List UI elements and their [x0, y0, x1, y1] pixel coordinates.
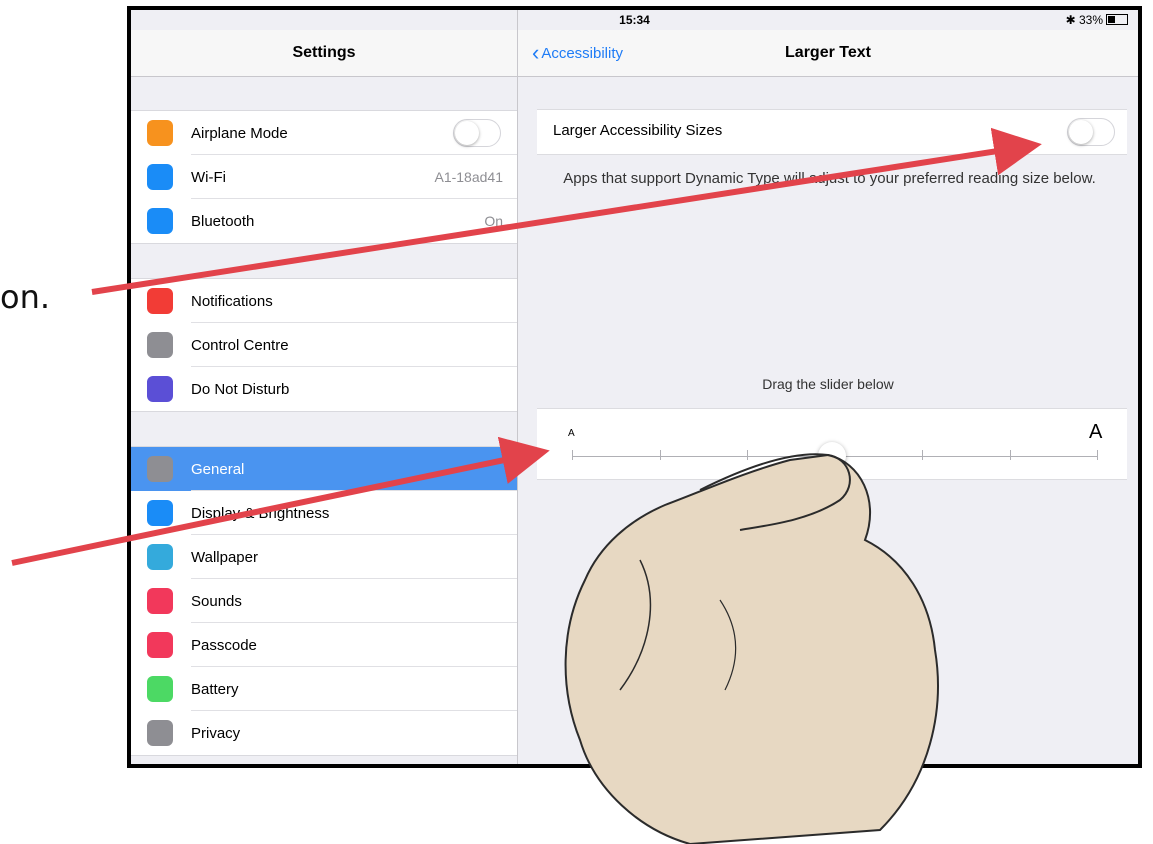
sidebar-item-passcode[interactable]: Passcode	[131, 623, 517, 667]
battery-level-icon	[1106, 14, 1128, 25]
sidebar-item-notifications[interactable]: Notifications	[131, 279, 517, 323]
sidebar-item-label: Wallpaper	[191, 548, 258, 566]
settings-group: Airplane Mode Wi-Fi A1-18ad41 Bluetooth On	[131, 110, 517, 244]
slider-tick	[747, 450, 748, 460]
sidebar-item-label: Wi-Fi	[191, 168, 226, 186]
airplane-icon	[147, 120, 173, 146]
sidebar-item-do-not-disturb[interactable]: Do Not Disturb	[131, 367, 517, 411]
battery-icon	[147, 676, 173, 702]
larger-sizes-label: Larger Accessibility Sizes	[553, 122, 723, 139]
text-size-slider-knob[interactable]	[818, 442, 846, 470]
sidebar-item-wallpaper[interactable]: Wallpaper	[131, 535, 517, 579]
sidebar-item-bluetooth[interactable]: Bluetooth On	[131, 199, 517, 243]
sidebar-item-privacy[interactable]: Privacy	[131, 711, 517, 755]
gear-icon	[147, 456, 173, 482]
control-centre-icon	[147, 332, 173, 358]
sidebar-item-value: On	[484, 213, 503, 229]
sidebar-item-label: Notifications	[191, 292, 273, 310]
airplane-mode-toggle[interactable]	[453, 119, 501, 147]
settings-group: General Display & Brightness Wallpaper Soun…	[131, 446, 517, 756]
sidebar-item-label: Do Not Disturb	[191, 380, 290, 398]
speaker-icon	[147, 588, 173, 614]
settings-sidebar: Settings Airplane Mode Wi-Fi A1-18ad41 Blue…	[131, 10, 518, 764]
sidebar-item-label: General	[191, 460, 245, 478]
settings-group: Notifications Control Centre Do Not Distur…	[131, 278, 517, 412]
detail-header: ‹ Accessibility Larger Text	[518, 30, 1138, 77]
sidebar-item-airplane-mode[interactable]: Airplane Mode	[131, 111, 517, 155]
lock-icon	[147, 632, 173, 658]
sidebar-item-label: Passcode	[191, 636, 257, 654]
sidebar-item-label: Bluetooth	[191, 212, 255, 230]
sidebar-item-display-brightness[interactable]: Display & Brightness	[131, 491, 517, 535]
sidebar-item-label: Sounds	[191, 592, 242, 610]
ipad-screen: iPad ≋ 15:34 ✱ 33% Settings Airplane Mod…	[127, 6, 1142, 768]
detail-title: Larger Text	[785, 44, 871, 61]
annotation-text: on.	[0, 278, 51, 316]
sidebar-item-label: Control Centre	[191, 336, 289, 354]
slider-tick	[572, 450, 573, 460]
small-text-label: A	[568, 428, 575, 439]
bluetooth-icon	[147, 208, 173, 234]
sidebar-item-control-centre[interactable]: Control Centre	[131, 323, 517, 367]
large-text-label: A	[1089, 421, 1103, 443]
display-icon	[147, 500, 173, 526]
sidebar-item-label: Display & Brightness	[191, 504, 330, 522]
sidebar-title: Settings	[131, 30, 517, 77]
larger-sizes-toggle[interactable]	[1067, 118, 1115, 146]
sidebar-item-sounds[interactable]: Sounds	[131, 579, 517, 623]
dynamic-type-note: Apps that support Dynamic Type will adju…	[563, 170, 1096, 187]
wallpaper-icon	[147, 544, 173, 570]
sidebar-item-label: Privacy	[191, 724, 241, 742]
larger-sizes-cell: Larger Accessibility Sizes	[537, 109, 1127, 155]
slider-tick	[1097, 450, 1098, 460]
slider-tick	[922, 450, 923, 460]
sidebar-item-label: Airplane Mode	[191, 124, 288, 142]
sidebar-item-wi-fi[interactable]: Wi-Fi A1-18ad41	[131, 155, 517, 199]
hand-icon	[147, 720, 173, 746]
sidebar-item-general[interactable]: General	[131, 447, 517, 491]
sidebar-item-battery[interactable]: Battery	[131, 667, 517, 711]
sidebar-item-label: Battery	[191, 680, 239, 698]
sidebar-item-value: A1-18ad41	[434, 169, 503, 185]
moon-icon	[147, 376, 173, 402]
slider-tick	[659, 450, 661, 460]
notifications-icon	[147, 288, 173, 314]
drag-slider-label: Drag the slider below	[762, 376, 894, 392]
slider-tick	[1009, 450, 1011, 460]
wifi-icon	[147, 164, 173, 190]
status-battery: ✱ 33%	[1066, 13, 1128, 27]
